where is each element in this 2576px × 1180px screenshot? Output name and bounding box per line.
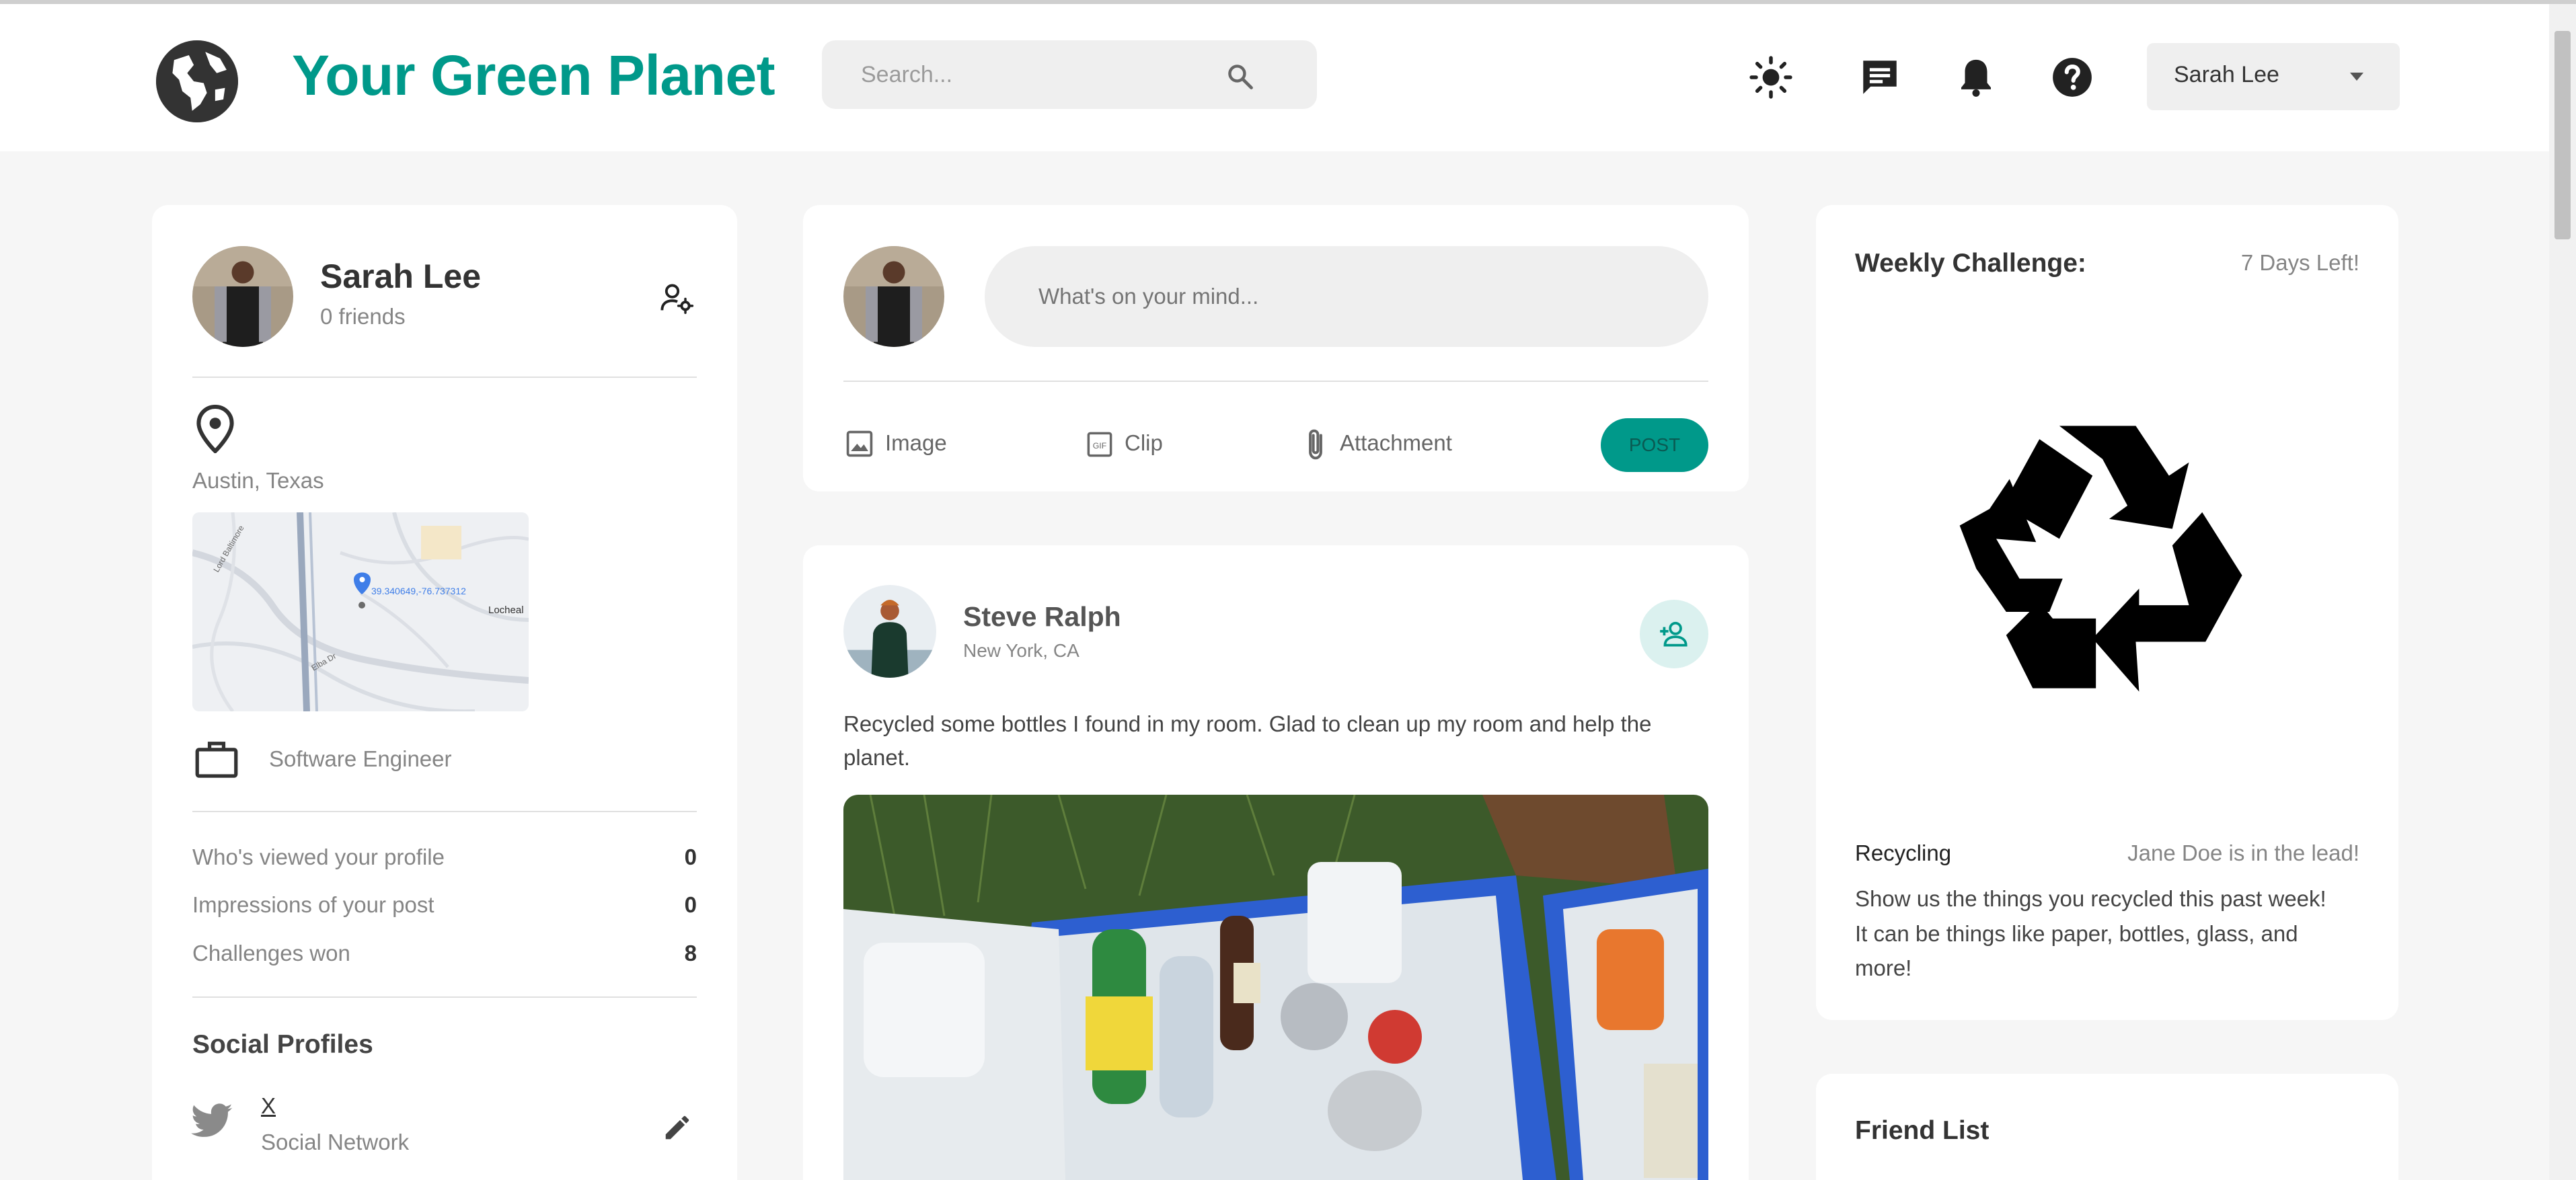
challenge-category: Recycling	[1855, 840, 1952, 865]
briefcase-icon	[195, 742, 238, 778]
map-pin-label: 39.340649,-76.737312	[371, 586, 466, 596]
image-icon[interactable]	[845, 429, 874, 459]
recycle-icon	[1959, 426, 2242, 692]
post-button[interactable]: POST	[1601, 418, 1708, 472]
message-icon[interactable]	[1858, 55, 1902, 100]
manage-accounts-icon[interactable]	[659, 281, 694, 316]
profile-friends-count: 0 friends	[320, 304, 406, 329]
stat-label: Who's viewed your profile	[192, 844, 445, 869]
stat-value: 0	[684, 892, 697, 917]
person-add-icon	[1660, 621, 1688, 647]
globe-logo-icon[interactable]	[156, 40, 238, 122]
light-mode-icon[interactable]	[1749, 55, 1793, 100]
image-action-label[interactable]: Image	[885, 430, 947, 456]
twitter-icon	[191, 1103, 233, 1137]
social-network-link[interactable]: X	[261, 1093, 276, 1119]
clip-action-label[interactable]: Clip	[1125, 430, 1163, 456]
challenge-days-left: 7 Days Left!	[2240, 250, 2359, 275]
profile-divider	[192, 811, 697, 812]
stat-value: 0	[684, 844, 697, 869]
notification-bell-icon[interactable]	[1954, 55, 1998, 100]
profile-location: Austin, Texas	[192, 468, 324, 493]
profile-avatar[interactable]	[192, 246, 293, 347]
chevron-down-icon	[2350, 73, 2363, 81]
profile-name[interactable]: Sarah Lee	[320, 257, 481, 296]
social-profiles-heading: Social Profiles	[192, 1030, 373, 1059]
gif-clip-icon[interactable]: GIF	[1086, 430, 1114, 459]
challenge-description-line-2: It can be things like paper, bottles, gl…	[1855, 921, 2298, 946]
attachment-action-label[interactable]: Attachment	[1340, 430, 1452, 456]
challenge-description-line-3: more!	[1855, 955, 1912, 980]
friend-list-title: Friend List	[1855, 1116, 1990, 1145]
post-author-name[interactable]: Steve Ralph	[963, 601, 1121, 633]
profile-divider	[192, 996, 697, 998]
post-composer-input[interactable]	[985, 246, 1708, 347]
svg-text:GIF: GIF	[1093, 441, 1106, 450]
user-menu-select[interactable]: Sarah Lee	[2147, 43, 2400, 110]
search-icon[interactable]	[1225, 62, 1255, 91]
user-menu-label: Sarah Lee	[2174, 62, 2279, 87]
help-icon[interactable]	[2050, 55, 2094, 100]
scrollbar-thumb[interactable]	[2554, 31, 2571, 239]
search-input[interactable]	[861, 58, 1197, 91]
stat-label: Impressions of your post	[192, 892, 434, 917]
social-network-type: Social Network	[261, 1130, 410, 1154]
stat-value: 8	[684, 941, 697, 966]
add-friend-button[interactable]	[1640, 600, 1708, 668]
challenge-title: Weekly Challenge:	[1855, 249, 2086, 278]
challenge-leader: Jane Doe is in the lead!	[2127, 840, 2359, 865]
post-author-location: New York, CA	[963, 640, 1079, 661]
attachment-paperclip-icon[interactable]	[1302, 426, 1329, 463]
challenge-description-line-1: Show us the things you recycled this pas…	[1855, 886, 2326, 911]
app-title[interactable]: Your Green Planet	[292, 43, 775, 108]
post-image[interactable]	[843, 795, 1708, 1180]
page-scrollbar[interactable]	[2549, 4, 2576, 1180]
composer-divider	[843, 381, 1708, 382]
stat-label: Challenges won	[192, 941, 350, 966]
post-text-line-1: Recycled some bottles I found in my room…	[843, 711, 1652, 736]
profile-divider	[192, 377, 697, 378]
composer-avatar[interactable]	[843, 246, 944, 347]
post-author-avatar[interactable]	[843, 585, 936, 678]
map-place-label: Locheal	[488, 604, 524, 616]
location-pin-icon	[196, 405, 234, 453]
post-text-line-2: planet.	[843, 745, 911, 770]
profile-occupation: Software Engineer	[269, 746, 452, 771]
location-map[interactable]: 39.340649,-76.737312 Locheal Lord Baltim…	[192, 512, 529, 711]
edit-pencil-icon[interactable]	[662, 1112, 693, 1143]
